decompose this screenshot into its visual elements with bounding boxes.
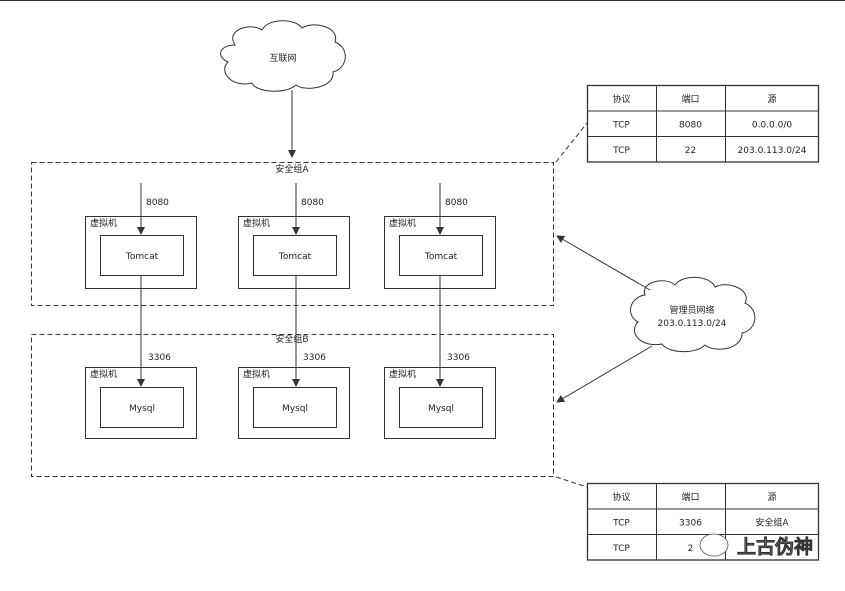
vm-label: 虚拟机 <box>389 217 416 229</box>
admin-arrow-b <box>556 345 653 403</box>
table-cell: 0.0.0.0/0 <box>752 120 793 130</box>
port-label: 8080 <box>445 198 468 208</box>
vm-label: 虚拟机 <box>389 368 416 380</box>
wechat-icon <box>699 533 729 557</box>
table-header: 源 <box>767 94 776 105</box>
table-header: 源 <box>767 492 776 503</box>
table-header: 端口 <box>681 93 699 105</box>
table-header: 协议 <box>612 491 630 503</box>
vm-label: 虚拟机 <box>90 217 117 229</box>
vm-label: 虚拟机 <box>243 368 270 380</box>
internet-cloud: 互联网 <box>220 20 346 92</box>
architecture-diagram: 互联网 安全组A 安全组B 虚拟机 Tomcat 8080 虚拟机 Mysql 3306 虚… <box>0 0 845 561</box>
vm-label: 虚拟机 <box>243 217 270 229</box>
tomcat-label: Tomcat <box>125 252 159 262</box>
table-cell: 3306 <box>679 518 702 528</box>
admin-cidr: 203.0.113.0/24 <box>658 319 727 329</box>
port-label: 3306 <box>447 353 470 363</box>
table-cell: TCP <box>612 544 630 554</box>
table-cell: 22 <box>685 146 696 156</box>
vm-label: 虚拟机 <box>90 368 117 380</box>
tomcat-label: Tomcat <box>424 252 458 262</box>
port-label: 3306 <box>303 353 326 363</box>
table-cell: 安全组A <box>755 516 789 528</box>
table-a-connector <box>555 122 588 163</box>
internet-label: 互联网 <box>269 53 296 64</box>
watermark-text: 上古伪神 <box>737 535 813 558</box>
table-cell: 8080 <box>679 120 702 130</box>
port-label: 8080 <box>301 198 324 208</box>
table-cell: TCP <box>612 518 630 528</box>
watermark: 上古伪神 <box>699 533 813 558</box>
table-cell: TCP <box>612 146 630 156</box>
mysql-label: Mysql <box>129 404 155 414</box>
table-cell: 2 <box>688 544 694 554</box>
group-b-label: 安全组B <box>275 333 308 345</box>
port-label: 8080 <box>146 198 169 208</box>
mysql-label: Mysql <box>282 404 308 414</box>
admin-label: 管理员网络 <box>669 304 714 316</box>
mysql-label: Mysql <box>428 404 454 414</box>
table-cell: TCP <box>612 120 630 130</box>
table-header: 协议 <box>612 93 630 105</box>
table-header: 端口 <box>681 491 699 503</box>
table-b-connector <box>555 476 588 488</box>
group-a-label: 安全组A <box>275 163 309 175</box>
port-label: 3306 <box>148 353 171 363</box>
table-cell: 203.0.113.0/24 <box>738 146 807 156</box>
admin-arrow-a <box>556 235 651 291</box>
tomcat-label: Tomcat <box>278 252 312 262</box>
admin-network-cloud: 管理员网络 203.0.113.0/24 <box>630 276 756 353</box>
table-a-rules: 协议 TCP TCP 端口 8080 22 源 0.0.0.0/0 203.0.113.0/24 <box>586 84 820 163</box>
